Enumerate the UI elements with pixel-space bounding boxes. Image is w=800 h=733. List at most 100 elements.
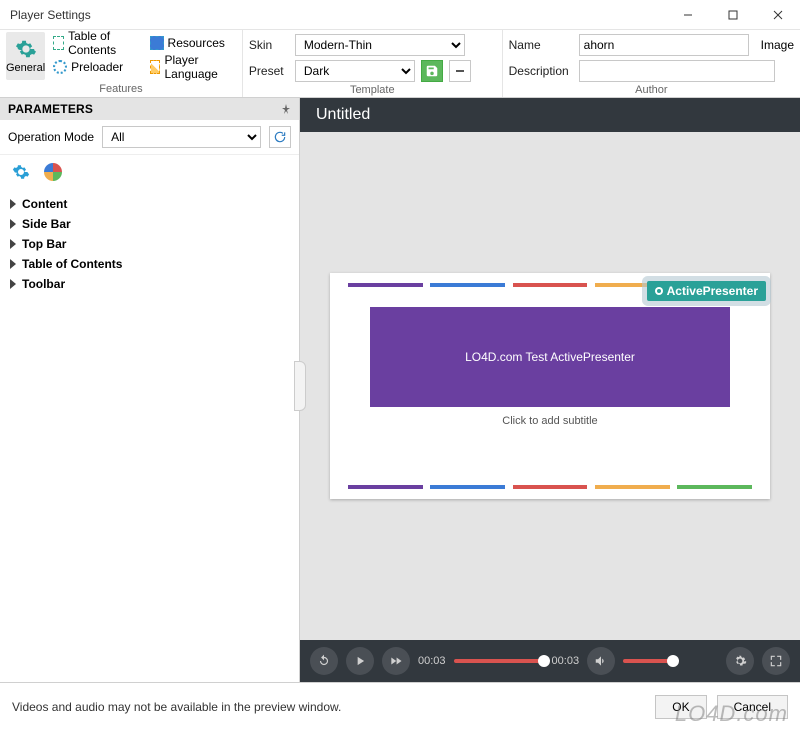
gear-icon (733, 654, 747, 668)
remove-preset-button[interactable] (449, 60, 471, 82)
tree-item-toolbar[interactable]: Toolbar (8, 274, 291, 294)
image-label: Image (761, 38, 794, 52)
ok-button[interactable]: OK (655, 695, 706, 719)
gear-icon (15, 38, 37, 60)
ribbon: General Table of Contents Preloader Reso… (0, 30, 800, 98)
seek-slider[interactable] (454, 659, 544, 663)
ribbon-group-author: Name Image Description Author (503, 30, 800, 97)
caret-icon (10, 259, 16, 269)
footer-message: Videos and audio may not be available in… (12, 700, 645, 714)
close-button[interactable] (755, 0, 800, 30)
author-group-label: Author (509, 82, 794, 98)
forward-icon (389, 654, 403, 668)
general-button[interactable]: General (6, 32, 45, 80)
tree-label: Side Bar (22, 217, 71, 231)
maximize-button[interactable] (710, 0, 755, 30)
name-input[interactable] (579, 34, 749, 56)
volume-button[interactable] (587, 647, 615, 675)
preview-pane: Untitled ActivePresenter LO4D.com Test A… (300, 98, 800, 682)
play-icon (353, 654, 367, 668)
slide: ActivePresenter LO4D.com Test ActivePres… (330, 273, 770, 499)
activepresenter-tag: ActivePresenter (647, 281, 766, 301)
toc-button[interactable]: Table of Contents (49, 32, 141, 54)
titlebar: Player Settings (0, 0, 800, 30)
tree-item-sidebar[interactable]: Side Bar (8, 214, 291, 234)
volume-slider[interactable] (623, 659, 673, 663)
refresh-icon (273, 130, 287, 144)
settings-button[interactable] (726, 647, 754, 675)
tree-label: Table of Contents (22, 257, 122, 271)
player-language-button[interactable]: Player Language (146, 56, 236, 78)
pie-icon (44, 163, 62, 181)
parameters-title: PARAMETERS (8, 102, 93, 116)
slide-subtitle[interactable]: Click to add subtitle (330, 415, 770, 427)
toc-label: Table of Contents (68, 29, 137, 57)
volume-icon (594, 654, 608, 668)
template-group-label: Template (249, 82, 496, 98)
tree-item-topbar[interactable]: Top Bar (8, 234, 291, 254)
resources-icon (150, 36, 164, 50)
minimize-button[interactable] (665, 0, 710, 30)
splitter-handle[interactable] (294, 361, 306, 411)
record-icon (655, 287, 663, 295)
preloader-icon (53, 60, 67, 74)
presentation-title: Untitled (300, 98, 800, 132)
language-icon (150, 60, 161, 74)
skin-select[interactable]: Modern-Thin (295, 34, 465, 56)
slide-title-text: LO4D.com Test ActivePresenter (465, 349, 635, 366)
fullscreen-button[interactable] (762, 647, 790, 675)
caret-icon (10, 219, 16, 229)
preset-select[interactable]: Dark (295, 60, 415, 82)
minus-icon (455, 66, 465, 76)
name-label: Name (509, 38, 573, 52)
description-input[interactable] (579, 60, 775, 82)
save-icon (425, 64, 439, 78)
caret-icon (10, 279, 16, 289)
parameters-header: PARAMETERS (0, 98, 299, 120)
volume-knob[interactable] (667, 655, 679, 667)
parameters-pane: PARAMETERS Operation Mode All (0, 98, 300, 682)
cancel-button[interactable]: Cancel (717, 695, 788, 719)
param-tool-row (0, 155, 299, 192)
operation-mode-label: Operation Mode (8, 130, 94, 144)
fast-forward-button[interactable] (382, 647, 410, 675)
seek-knob[interactable] (538, 655, 550, 667)
tree-label: Toolbar (22, 277, 65, 291)
parameters-tree: Content Side Bar Top Bar Table of Conten… (0, 192, 299, 296)
gear-icon (12, 163, 30, 181)
skin-label: Skin (249, 38, 289, 52)
replay-button[interactable] (310, 647, 338, 675)
player-language-label: Player Language (164, 53, 231, 81)
toc-icon (53, 36, 64, 50)
save-preset-button[interactable] (421, 60, 443, 82)
ribbon-group-features: General Table of Contents Preloader Reso… (0, 30, 243, 97)
features-group-label: Features (6, 81, 236, 97)
play-button[interactable] (346, 647, 374, 675)
player-bar: 00:03 00:03 (300, 640, 800, 682)
footer: Videos and audio may not be available in… (0, 682, 800, 730)
loop-icon (317, 654, 331, 668)
slide-title-box[interactable]: LO4D.com Test ActivePresenter (370, 307, 730, 407)
window-title: Player Settings (10, 8, 665, 22)
tree-item-toc[interactable]: Table of Contents (8, 254, 291, 274)
color-tool-button[interactable] (44, 163, 62, 181)
resources-button[interactable]: Resources (146, 32, 236, 54)
bottom-color-strip (348, 485, 752, 489)
tree-label: Top Bar (22, 237, 66, 251)
gear-tool-button[interactable] (12, 163, 30, 184)
general-label: General (6, 62, 45, 74)
fullscreen-icon (769, 654, 783, 668)
tree-item-content[interactable]: Content (8, 194, 291, 214)
preview-stage: ActivePresenter LO4D.com Test ActivePres… (300, 132, 800, 640)
operation-mode-select[interactable]: All (102, 126, 261, 148)
tag-label: ActivePresenter (667, 284, 758, 298)
resources-label: Resources (168, 36, 225, 50)
pin-icon[interactable] (281, 104, 291, 114)
preloader-label: Preloader (71, 60, 123, 74)
elapsed-time: 00:03 (418, 655, 446, 667)
description-label: Description (509, 64, 573, 78)
caret-icon (10, 239, 16, 249)
operation-mode-row: Operation Mode All (0, 120, 299, 155)
refresh-button[interactable] (269, 126, 291, 148)
preloader-button[interactable]: Preloader (49, 56, 141, 78)
